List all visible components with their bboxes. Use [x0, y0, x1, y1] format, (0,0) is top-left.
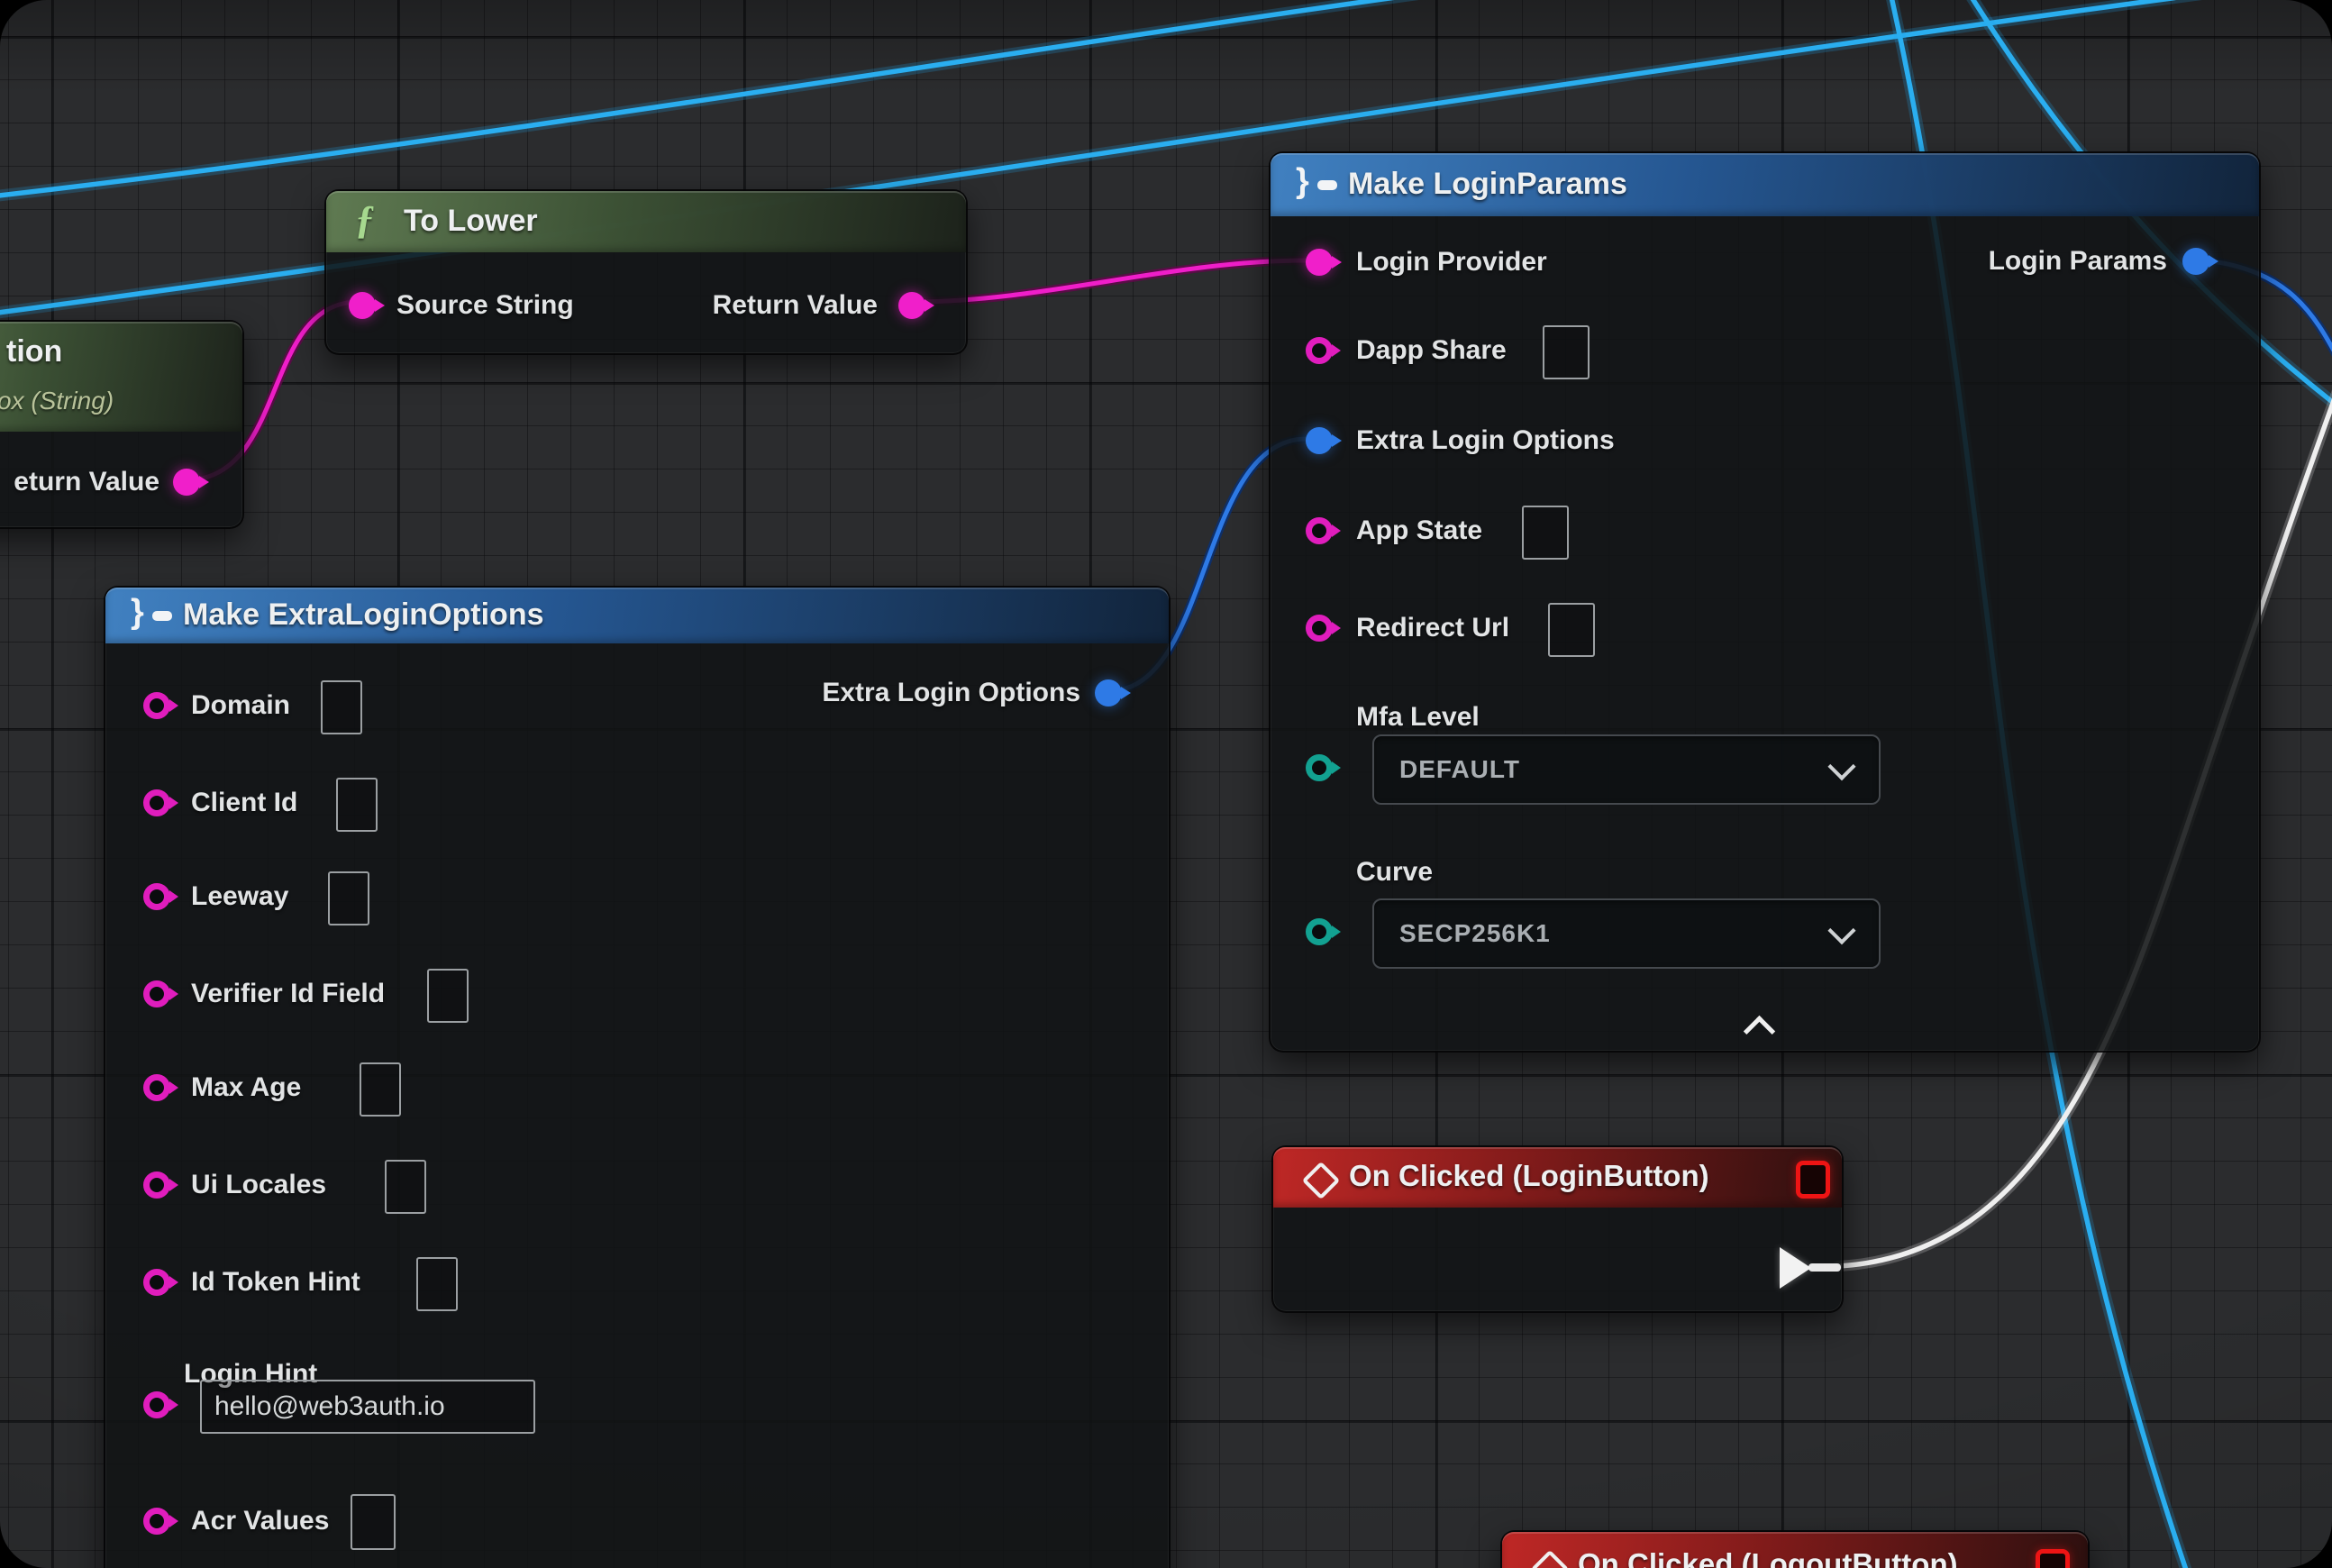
app-state-pin[interactable]: [1306, 517, 1333, 544]
leeway-label: Leeway: [191, 881, 288, 912]
node-on-clicked-logout-button[interactable]: On Clicked (LogoutButton): [1500, 1530, 2090, 1568]
extra-login-options-label: Extra Login Options: [1356, 425, 1615, 456]
id-token-hint-value-box[interactable]: [416, 1257, 458, 1311]
id-token-hint-label: Id Token Hint: [191, 1267, 360, 1298]
redirect-url-label: Redirect Url: [1356, 613, 1509, 643]
domain-label: Domain: [191, 690, 290, 721]
extra-login-options-pin[interactable]: [1306, 427, 1333, 454]
node-make-login-params[interactable]: } Make LoginParams Login Provider Dapp S…: [1269, 151, 2261, 1053]
node-subtitle-fragment: ox (String): [0, 387, 114, 415]
blueprint-canvas[interactable]: tion ox (String) eturn Value ƒ To Lower …: [0, 0, 2332, 1568]
return-value-pin[interactable]: [173, 469, 200, 496]
client-id-value-box[interactable]: [336, 778, 378, 832]
source-string-label: Source String: [396, 290, 574, 321]
exec-output-pin[interactable]: [1780, 1247, 1811, 1289]
return-value-pin[interactable]: [898, 292, 925, 319]
curve-value: SECP256K1: [1399, 919, 1551, 948]
verifier-id-field-value-box[interactable]: [427, 969, 469, 1023]
return-value-label: eturn Value: [14, 467, 159, 497]
node-title: Make ExtraLoginOptions: [183, 597, 544, 633]
node-title: On Clicked (LoginButton): [1349, 1159, 1709, 1193]
max-age-value-box[interactable]: [360, 1062, 401, 1117]
source-string-pin[interactable]: [349, 292, 376, 319]
app-state-label: App State: [1356, 515, 1482, 546]
max-age-pin[interactable]: [143, 1074, 170, 1101]
acr-values-value-box[interactable]: [351, 1494, 396, 1550]
client-id-pin[interactable]: [143, 789, 170, 816]
login-provider-pin[interactable]: [1306, 249, 1333, 276]
redirect-url-pin[interactable]: [1306, 615, 1333, 642]
chevron-down-icon: [1827, 916, 1855, 944]
ui-locales-value-box[interactable]: [385, 1160, 426, 1214]
verifier-id-field-pin[interactable]: [143, 980, 170, 1007]
client-id-label: Client Id: [191, 788, 297, 818]
node-title-fragment: tion: [6, 334, 62, 369]
node-title: Make LoginParams: [1348, 167, 1627, 202]
make-struct-icon: }: [131, 598, 178, 634]
delegate-red-box-icon: [1796, 1161, 1830, 1199]
ui-locales-pin[interactable]: [143, 1171, 170, 1199]
domain-value-box[interactable]: [321, 680, 362, 734]
string-wire-tolower-to-loginprovider: [912, 260, 1307, 302]
mfa-level-pin[interactable]: [1306, 754, 1333, 781]
node-title: On Clicked (LogoutButton): [1578, 1547, 1958, 1568]
ui-locales-label: Ui Locales: [191, 1170, 326, 1200]
curve-dropdown[interactable]: SECP256K1: [1372, 898, 1881, 969]
curve-pin[interactable]: [1306, 918, 1333, 945]
mfa-level-label: Mfa Level: [1356, 702, 1480, 733]
app-state-value-box[interactable]: [1522, 506, 1569, 560]
domain-pin[interactable]: [143, 692, 170, 719]
make-struct-icon: }: [1296, 168, 1343, 204]
acr-values-pin[interactable]: [143, 1508, 170, 1535]
extra-login-options-out-label: Extra Login Options: [822, 678, 1080, 708]
login-provider-label: Login Provider: [1356, 247, 1547, 278]
node-to-lower[interactable]: ƒ To Lower Source String Return Value: [324, 189, 968, 355]
dapp-share-pin[interactable]: [1306, 337, 1333, 364]
function-icon: ƒ: [355, 196, 375, 242]
redirect-url-value-box[interactable]: [1548, 603, 1595, 657]
node-make-extra-login-options[interactable]: } Make ExtraLoginOptions Domain Client I…: [104, 586, 1171, 1568]
return-value-label: Return Value: [713, 290, 878, 321]
delegate-red-box-icon: [2036, 1549, 2070, 1568]
id-token-hint-pin[interactable]: [143, 1269, 170, 1296]
dapp-share-value-box[interactable]: [1543, 325, 1590, 379]
verifier-id-field-label: Verifier Id Field: [191, 979, 385, 1009]
mfa-level-dropdown[interactable]: DEFAULT: [1372, 734, 1881, 805]
max-age-label: Max Age: [191, 1072, 301, 1103]
leeway-value-box[interactable]: [328, 871, 369, 925]
cyan-wire-1: [0, 0, 1428, 196]
collapse-chevron-up-icon[interactable]: [1744, 1016, 1775, 1047]
login-params-out-pin[interactable]: [2182, 248, 2209, 275]
chevron-down-icon: [1827, 752, 1855, 780]
dapp-share-label: Dapp Share: [1356, 335, 1507, 366]
curve-label: Curve: [1356, 857, 1433, 888]
login-hint-pin[interactable]: [143, 1391, 170, 1418]
node-get-selected-option-partial[interactable]: tion ox (String) eturn Value: [0, 320, 244, 529]
login-params-out-label: Login Params: [1989, 246, 2167, 277]
extra-login-options-out-pin[interactable]: [1095, 679, 1122, 707]
node-on-clicked-login-button[interactable]: On Clicked (LoginButton): [1271, 1145, 1844, 1313]
leeway-pin[interactable]: [143, 883, 170, 910]
exec-wire-stub: [1808, 1263, 1841, 1272]
login-hint-input[interactable]: hello@web3auth.io: [200, 1380, 535, 1434]
mfa-level-value: DEFAULT: [1399, 755, 1520, 784]
node-title: To Lower: [404, 204, 538, 239]
acr-values-label: Acr Values: [191, 1506, 329, 1536]
